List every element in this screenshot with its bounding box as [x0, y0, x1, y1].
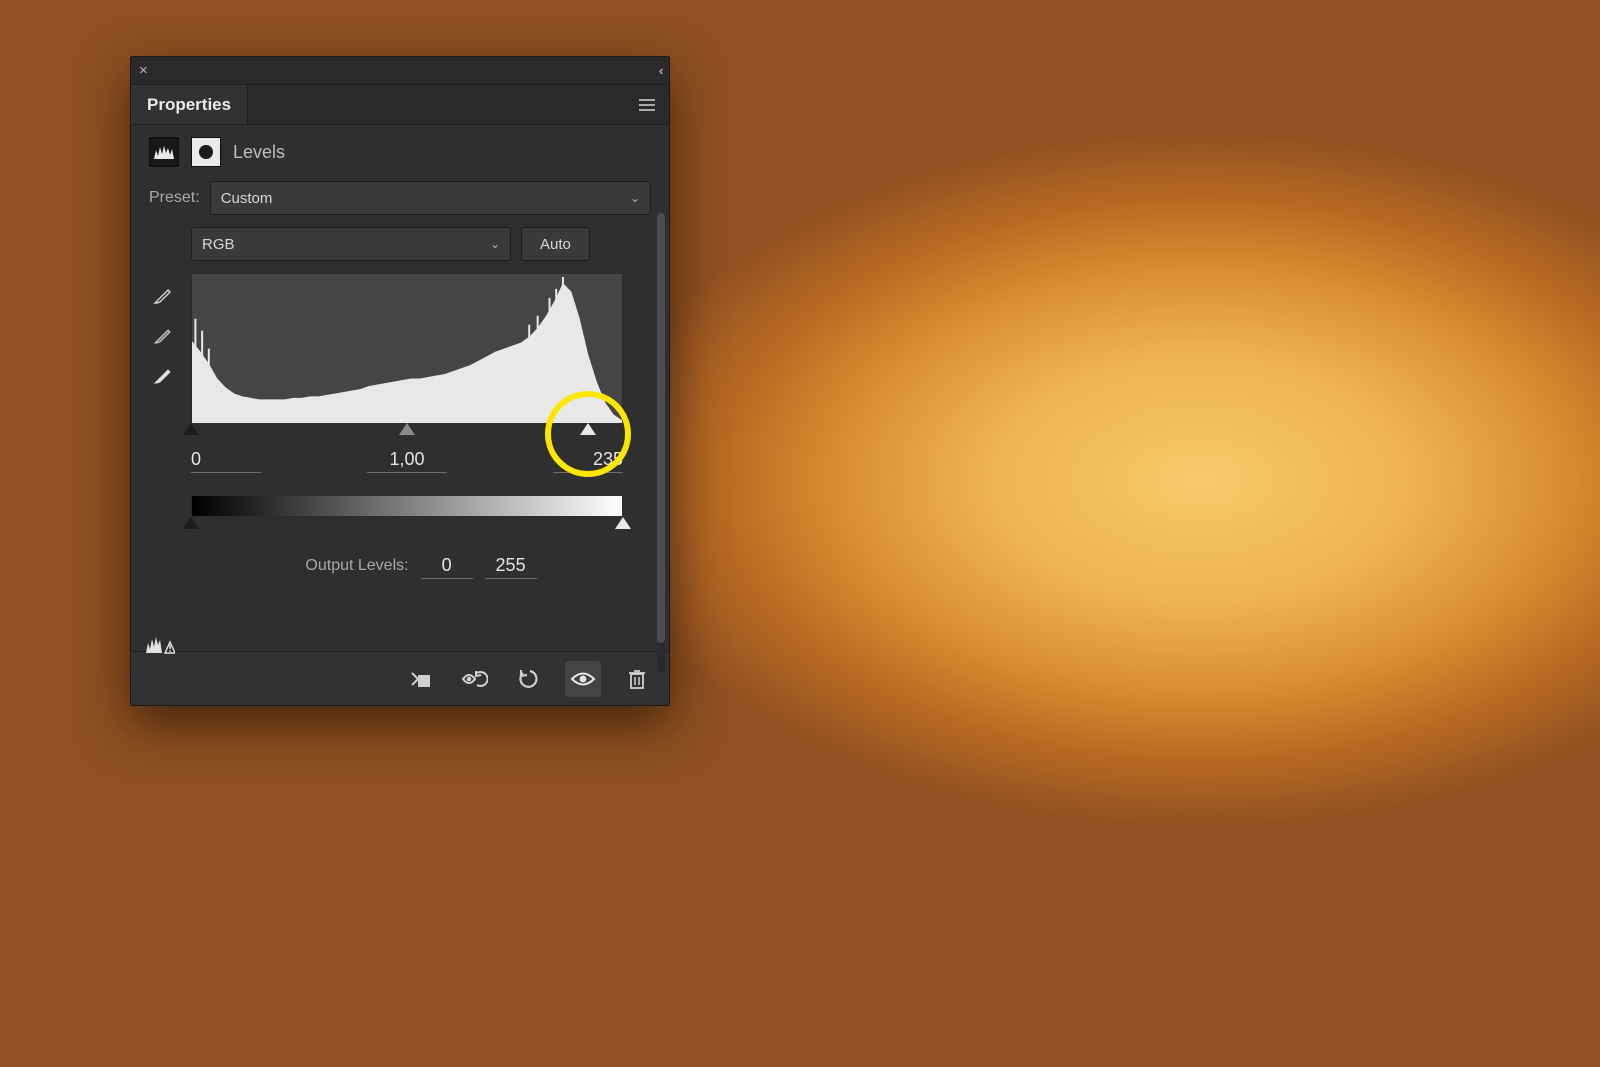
chevron-down-icon: ⌄	[490, 237, 500, 251]
histogram[interactable]	[191, 273, 623, 423]
black-point-eyedropper-icon[interactable]	[149, 283, 175, 309]
midtone-input-slider[interactable]	[399, 423, 415, 435]
collapse-icon[interactable]: ‹‹	[658, 63, 661, 78]
output-levels-row: Output Levels:	[191, 553, 651, 579]
input-slider-track[interactable]	[191, 423, 623, 441]
tab-properties[interactable]: Properties	[131, 85, 248, 124]
output-slider-track[interactable]	[191, 517, 623, 535]
view-previous-state-icon[interactable]	[457, 661, 493, 697]
panel-menu-icon[interactable]	[635, 95, 659, 115]
output-low-slider[interactable]	[183, 517, 199, 529]
channel-row: RGB ⌄ Auto	[191, 227, 651, 261]
clip-warning-icon[interactable]	[145, 633, 175, 655]
clip-to-layer-icon[interactable]	[403, 661, 439, 697]
input-level-values	[191, 447, 623, 473]
scrollbar-thumb[interactable]	[657, 213, 665, 643]
adjustment-header: Levels	[149, 137, 651, 167]
highlight-input-field[interactable]	[553, 447, 623, 473]
shadow-input-slider[interactable]	[183, 423, 199, 435]
panel-scrollbar[interactable]	[657, 213, 665, 673]
midtone-input-field[interactable]	[367, 447, 447, 473]
properties-panel: × ‹‹ Properties Levels Preset: Custom ⌄ …	[130, 56, 670, 706]
output-low-field[interactable]	[421, 553, 473, 579]
preset-row: Preset: Custom ⌄	[149, 181, 651, 215]
panel-content: Levels Preset: Custom ⌄ RGB ⌄ Auto	[131, 125, 669, 651]
reset-icon[interactable]	[511, 661, 547, 697]
panel-tabs: Properties	[131, 85, 669, 125]
channel-value: RGB	[202, 236, 235, 253]
shadow-input-field[interactable]	[191, 447, 261, 473]
output-gradient[interactable]	[191, 495, 623, 517]
preset-select[interactable]: Custom ⌄	[210, 181, 651, 215]
white-point-eyedropper-icon[interactable]	[149, 363, 175, 389]
highlight-input-slider[interactable]	[580, 423, 596, 435]
preset-value: Custom	[221, 190, 273, 207]
output-high-field[interactable]	[485, 553, 537, 579]
chevron-down-icon: ⌄	[630, 191, 640, 205]
layer-mask-icon[interactable]	[191, 137, 221, 167]
eyedropper-column	[149, 283, 175, 389]
channel-select[interactable]: RGB ⌄	[191, 227, 511, 261]
levels-thumbnail-icon	[149, 137, 179, 167]
auto-button[interactable]: Auto	[521, 227, 590, 261]
adjustment-name: Levels	[233, 142, 285, 163]
panel-titlebar: × ‹‹	[131, 57, 669, 85]
output-levels-label: Output Levels:	[305, 557, 408, 575]
histogram-section: Output Levels:	[191, 273, 651, 579]
close-icon[interactable]: ×	[139, 62, 148, 79]
output-high-slider[interactable]	[615, 517, 631, 529]
gray-point-eyedropper-icon[interactable]	[149, 323, 175, 349]
toggle-visibility-icon[interactable]	[565, 661, 601, 697]
delete-icon[interactable]	[619, 661, 655, 697]
preset-label: Preset:	[149, 189, 200, 207]
panel-bottom-bar	[131, 651, 669, 705]
